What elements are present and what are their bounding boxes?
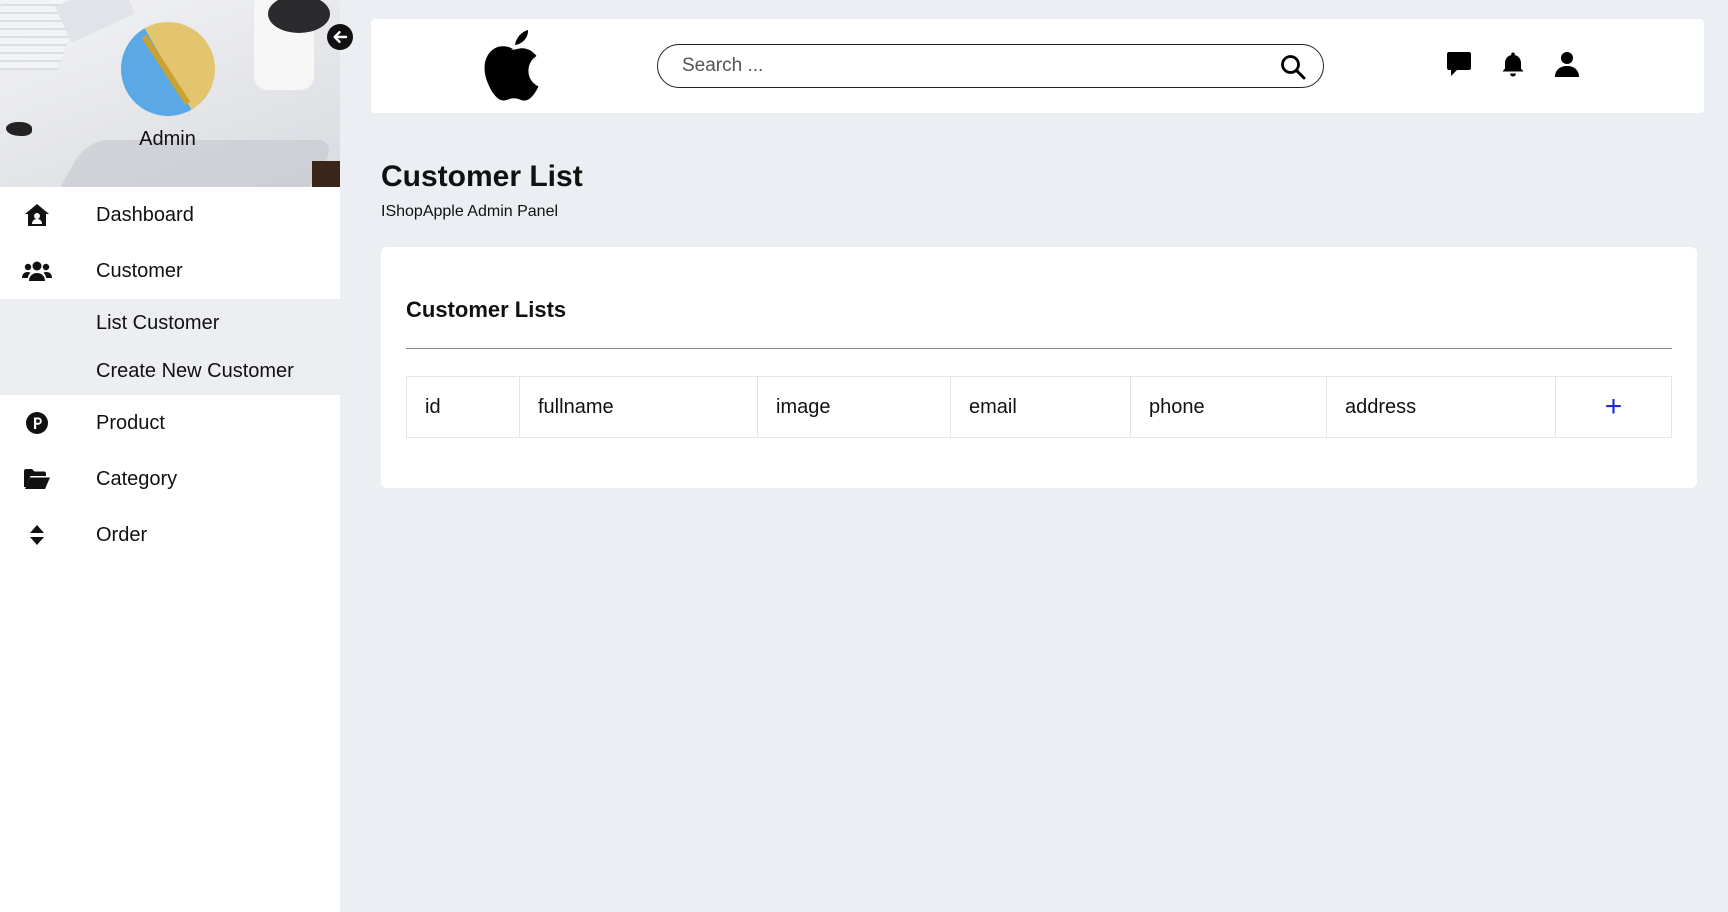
- customer-submenu: List Customer Create New Customer: [0, 299, 340, 395]
- sidebar: Admin Dashboard Customer List Customer C…: [0, 0, 353, 912]
- sidebar-item-label: Customer: [96, 259, 183, 282]
- column-header-fullname[interactable]: fullname: [519, 376, 758, 438]
- user-icon[interactable]: [1552, 49, 1582, 79]
- sidebar-item-product[interactable]: Product: [0, 395, 340, 451]
- sidebar-item-label: Category: [96, 467, 178, 490]
- admin-name: Admin: [139, 128, 196, 150]
- table-header-row: id fullname image email phone address +: [406, 376, 1672, 438]
- column-header-address[interactable]: address: [1326, 376, 1556, 438]
- column-header-phone[interactable]: phone: [1130, 376, 1327, 438]
- sort-icon: [22, 520, 52, 550]
- avatar[interactable]: [121, 22, 215, 116]
- top-header: [371, 19, 1704, 113]
- submenu-item-list-customer[interactable]: List Customer: [0, 299, 340, 347]
- banner-cup-lid-decoration: [268, 0, 330, 33]
- profile-banner: Admin: [0, 0, 340, 187]
- column-header-image[interactable]: image: [757, 376, 951, 438]
- collapse-sidebar-button[interactable]: [327, 24, 353, 50]
- banner-corner-decoration: [312, 161, 340, 187]
- submenu-item-create-customer[interactable]: Create New Customer: [0, 347, 340, 395]
- sidebar-item-label: Dashboard: [96, 203, 194, 226]
- message-icon[interactable]: [1444, 49, 1474, 79]
- sidebar-item-label: Order: [96, 523, 148, 546]
- apple-logo-icon[interactable]: [481, 27, 547, 105]
- search-icon[interactable]: [1280, 54, 1306, 85]
- sidebar-item-category[interactable]: Category: [0, 451, 340, 507]
- home-icon: [22, 200, 52, 230]
- column-header-id[interactable]: id: [406, 376, 520, 438]
- users-icon: [22, 256, 52, 286]
- product-icon: [22, 408, 52, 438]
- sidebar-item-dashboard[interactable]: Dashboard: [0, 187, 340, 243]
- add-customer-button[interactable]: +: [1605, 390, 1623, 423]
- column-header-actions: +: [1555, 376, 1672, 438]
- customer-table: id fullname image email phone address +: [406, 376, 1672, 438]
- sidebar-item-customer[interactable]: Customer: [0, 243, 340, 299]
- page-title: Customer List: [381, 160, 583, 193]
- bell-icon[interactable]: [1498, 49, 1528, 79]
- card-title: Customer Lists: [406, 297, 567, 322]
- column-header-email[interactable]: email: [950, 376, 1131, 438]
- search-input[interactable]: [682, 55, 1262, 77]
- card-divider: [406, 348, 1672, 349]
- folder-open-icon: [22, 464, 52, 494]
- sidebar-item-order[interactable]: Order: [0, 507, 340, 563]
- customer-list-card: Customer Lists id fullname image email p…: [381, 247, 1697, 488]
- sidebar-item-label: Product: [96, 411, 165, 434]
- arrow-left-icon: [333, 31, 348, 43]
- page-subtitle: IShopApple Admin Panel: [381, 203, 559, 220]
- sidebar-nav: Dashboard Customer List Customer Create …: [0, 187, 340, 563]
- search-bar: [657, 44, 1324, 88]
